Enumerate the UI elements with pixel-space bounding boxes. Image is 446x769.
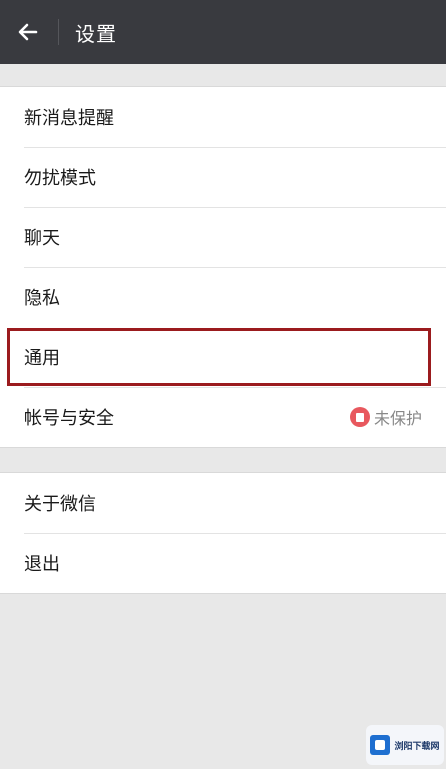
settings-item-label: 勿扰模式: [24, 168, 96, 189]
settings-item-do-not-disturb[interactable]: 勿扰模式: [0, 147, 446, 207]
settings-item-about[interactable]: 关于微信: [0, 473, 446, 533]
header-divider: [58, 19, 59, 45]
logo-icon: [370, 735, 391, 755]
top-bar: 设置: [0, 0, 446, 64]
settings-item-new-message-alerts[interactable]: 新消息提醒: [0, 87, 446, 147]
settings-item-logout[interactable]: 退出: [0, 533, 446, 593]
settings-item-label: 通用: [24, 348, 60, 369]
settings-item-label: 退出: [24, 554, 60, 575]
settings-item-account-security[interactable]: 帐号与安全 未保护: [0, 387, 446, 447]
status-badge: 未保护: [349, 405, 422, 429]
arrow-left-icon: [18, 23, 38, 41]
settings-item-general[interactable]: 通用: [6, 327, 432, 387]
settings-item-label: 帐号与安全: [24, 408, 114, 429]
watermark-text: 浏阳下载网: [394, 741, 440, 752]
settings-item-label: 隐私: [24, 288, 60, 309]
lock-icon: [349, 407, 370, 427]
settings-item-chat[interactable]: 聊天: [0, 207, 446, 267]
status-text: 未保护: [373, 409, 422, 428]
settings-item-label: 聊天: [24, 228, 60, 249]
settings-group-main: 新消息提醒 勿扰模式 聊天 隐私 通用 帐号与安全 未保护: [0, 86, 446, 448]
back-button[interactable]: [0, 0, 56, 64]
settings-item-label: 新消息提醒: [24, 108, 114, 129]
watermark-logo: 浏阳下载网: [366, 725, 444, 765]
page-title: 设置: [75, 21, 117, 46]
settings-item-label: 关于微信: [24, 494, 96, 515]
settings-group-secondary: 关于微信 退出: [0, 472, 446, 594]
settings-item-privacy[interactable]: 隐私: [0, 267, 446, 327]
